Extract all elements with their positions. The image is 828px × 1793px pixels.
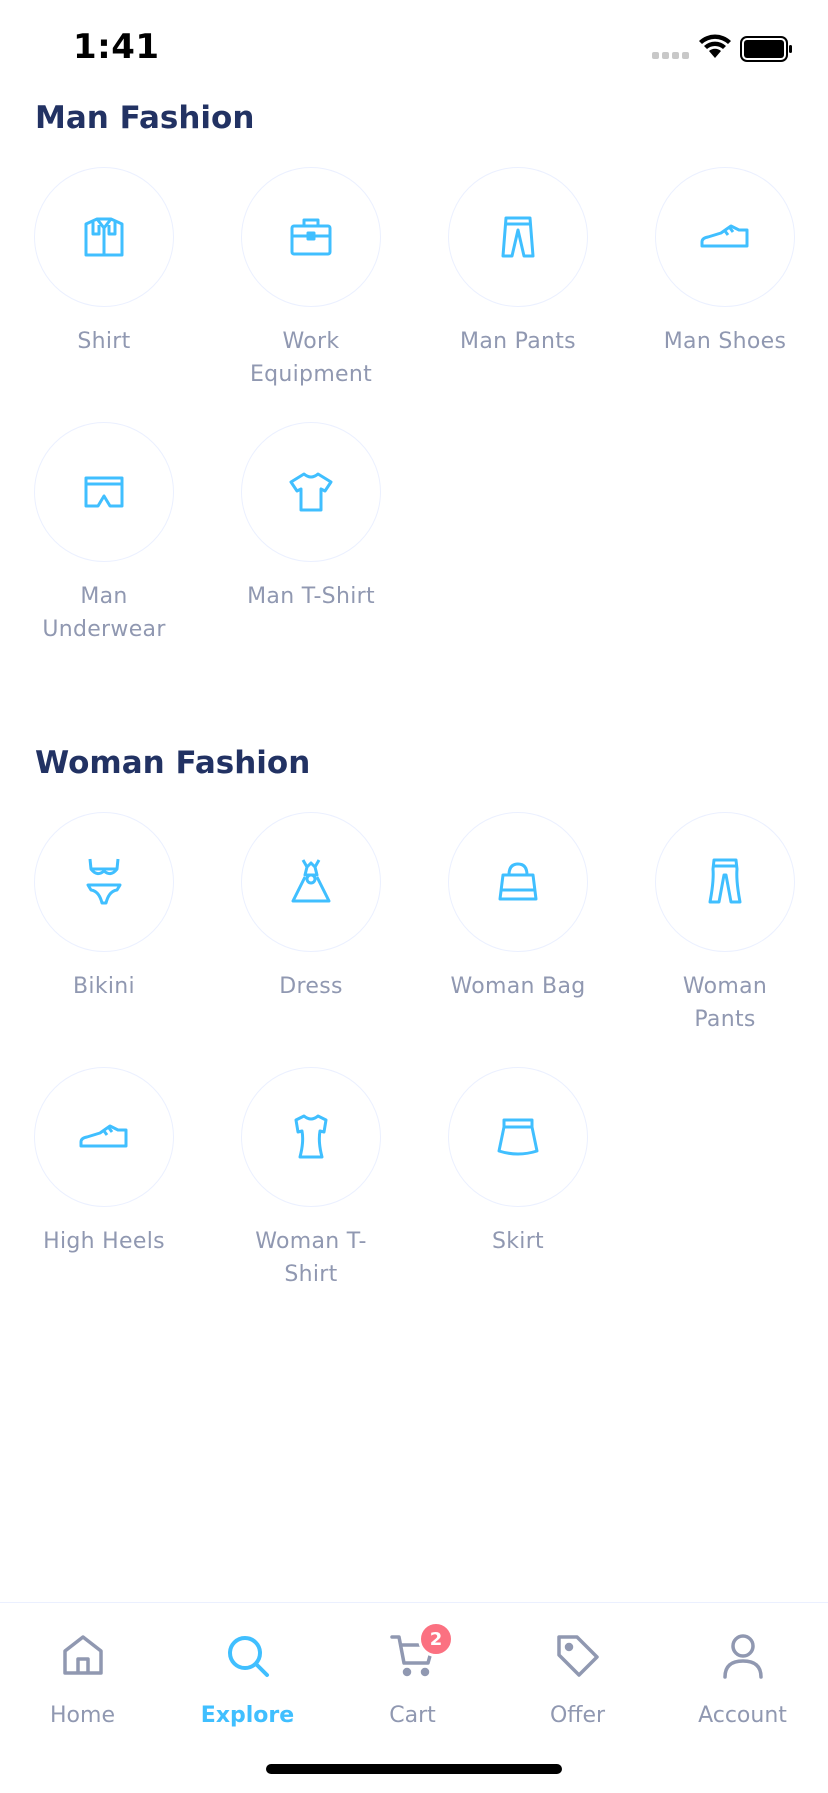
category-woman-bag[interactable]: Woman Bag (448, 812, 588, 1003)
cart-badge: 2 (418, 1621, 454, 1657)
tab-label: Explore (200, 1703, 295, 1728)
tab-home[interactable]: Home (0, 1603, 165, 1753)
bikini-icon (86, 858, 122, 905)
category-circle[interactable] (241, 812, 381, 952)
tab-label: Home (50, 1703, 115, 1728)
section-title-man-fashion: Man Fashion (35, 100, 255, 136)
category-circle[interactable] (241, 167, 381, 307)
high-heels-icon (79, 1124, 128, 1148)
category-shirt[interactable]: Shirt (34, 167, 174, 358)
category-circle[interactable] (448, 812, 588, 952)
skirt-icon (497, 1118, 539, 1156)
category-work-equipment[interactable]: Work Equipment (241, 167, 381, 391)
category-circle[interactable] (448, 167, 588, 307)
category-circle[interactable] (34, 167, 174, 307)
category-circle[interactable] (655, 167, 795, 307)
category-label: Work Equipment (249, 329, 373, 387)
category-label: Woman T-Shirt (255, 1229, 367, 1287)
category-skirt[interactable]: Skirt (448, 1067, 588, 1258)
tab-label: Offer (549, 1703, 606, 1728)
user-icon (722, 1634, 763, 1679)
tag-icon (556, 1635, 599, 1677)
battery-icon (740, 36, 792, 62)
category-label: Dress (279, 974, 343, 999)
section-title-woman-fashion: Woman Fashion (35, 745, 311, 781)
shirt-icon (84, 217, 124, 257)
tab-cart[interactable]: 2 Cart (330, 1603, 495, 1753)
pants-icon (501, 216, 535, 258)
home-indicator (266, 1764, 562, 1774)
home-icon (62, 1635, 103, 1675)
category-circle[interactable] (34, 422, 174, 562)
category-circle[interactable] (655, 812, 795, 952)
woman-pants-icon (708, 858, 742, 904)
status-time: 1:41 (73, 27, 160, 67)
tshirt-icon (289, 472, 333, 512)
category-label: Man Shoes (663, 329, 787, 354)
category-man-underwear[interactable]: Man Underwear (34, 422, 174, 646)
category-label: Skirt (492, 1229, 544, 1254)
category-label: Woman Bag (450, 974, 586, 999)
briefcase-icon (290, 218, 332, 256)
category-label: Man T-Shirt (247, 584, 375, 609)
bag-icon (498, 862, 538, 901)
tab-account[interactable]: Account (660, 1603, 825, 1753)
tab-explore[interactable]: Explore (165, 1603, 330, 1753)
category-circle[interactable] (241, 422, 381, 562)
category-label: Man Underwear (42, 584, 166, 642)
category-woman-tshirt[interactable]: Woman T-Shirt (241, 1067, 381, 1291)
cellular-signal-icon (652, 52, 689, 59)
category-man-tshirt[interactable]: Man T-Shirt (241, 422, 381, 613)
category-man-pants[interactable]: Man Pants (448, 167, 588, 358)
category-circle[interactable] (34, 1067, 174, 1207)
wifi-icon (699, 34, 731, 58)
status-bar: 1:41 (0, 0, 828, 100)
category-label: Bikini (73, 974, 135, 999)
tab-label: Cart (389, 1703, 436, 1728)
category-label: Woman Pants (682, 974, 768, 1032)
category-man-shoes[interactable]: Man Shoes (655, 167, 795, 358)
category-circle[interactable] (448, 1067, 588, 1207)
category-dress[interactable]: Dress (241, 812, 381, 1003)
tab-offer[interactable]: Offer (495, 1603, 660, 1753)
tab-label: Account (698, 1703, 787, 1728)
category-label: Shirt (77, 329, 131, 354)
category-woman-pants[interactable]: Woman Pants (655, 812, 795, 1036)
category-label: Man Pants (460, 329, 576, 354)
category-circle[interactable] (34, 812, 174, 952)
shoe-icon (700, 224, 749, 248)
search-icon (227, 1636, 269, 1677)
category-bikini[interactable]: Bikini (34, 812, 174, 1003)
woman-tshirt-icon (294, 1114, 328, 1159)
underwear-icon (84, 476, 124, 508)
category-label: High Heels (43, 1229, 165, 1254)
dress-icon (291, 859, 331, 903)
category-circle[interactable] (241, 1067, 381, 1207)
category-high-heels[interactable]: High Heels (34, 1067, 174, 1258)
